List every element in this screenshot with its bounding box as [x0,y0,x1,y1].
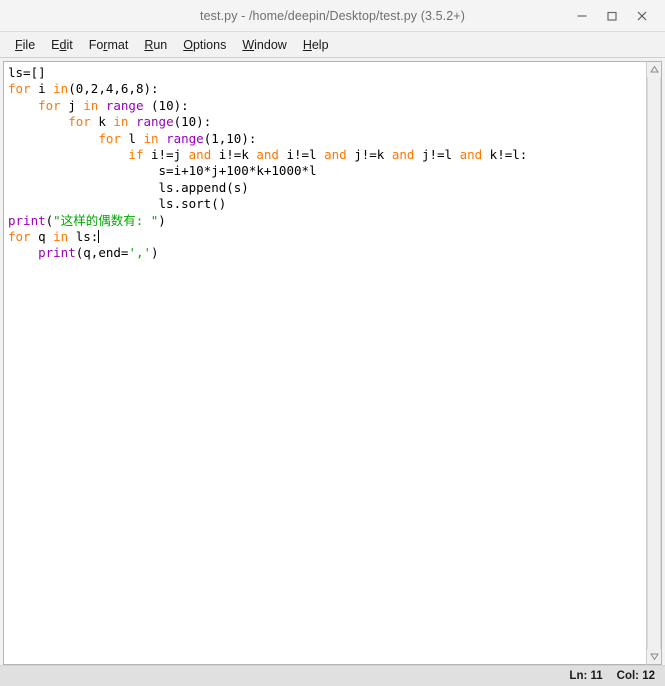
code-token: in [53,81,69,97]
menu-bar: File Edit Format Run Options Window Help [0,32,665,58]
code-token: (q,end= [75,245,129,261]
code-text: ls=[] for i in(0,2,4,6,8): for j in rang… [4,62,646,262]
code-token: for [8,81,31,97]
code-token: print [38,245,76,261]
code-token: s=i+10*j+100*k+1000*l [8,163,317,179]
mnemonic-letter: F [15,37,23,52]
status-column-number: Col: 12 [616,670,655,682]
code-token: range [166,130,204,146]
code-token: j!=l [414,147,460,163]
close-button[interactable] [627,2,657,30]
code-token: j!=k [346,147,392,163]
close-icon [637,11,647,20]
window-controls [567,0,665,31]
code-token: and [256,147,279,163]
title-bar: test.py - /home/deepin/Desktop/test.py (… [0,0,665,32]
menu-item-options[interactable]: Options [175,36,234,54]
code-token: in [53,229,69,245]
code-token: range [105,97,144,113]
scroll-up-icon [649,65,659,73]
code-token: and [459,147,483,163]
code-editor[interactable]: ls=[] for i in(0,2,4,6,8): for j in rang… [3,61,646,665]
code-token: i [30,81,54,97]
minimize-button[interactable] [567,2,597,30]
code-token: and [324,147,347,163]
code-token: (1,10): [203,130,257,146]
status-line-number: Ln: 11 [569,670,603,682]
code-token: l [120,130,144,146]
code-token: j [60,97,84,113]
code-token: in [83,97,99,113]
menu-item-run[interactable]: Run [136,36,175,54]
scrollbar-track[interactable] [647,77,661,649]
code-token: ) [151,245,159,261]
mnemonic-letter: O [183,37,193,52]
editor-area: ls=[] for i in(0,2,4,6,8): for j in rang… [0,58,665,665]
code-token: k!=l: [482,147,528,163]
code-token: ) [158,212,166,228]
maximize-button[interactable] [597,2,627,30]
code-token: ls=[] [8,65,46,80]
code-token: ls: [68,229,99,245]
code-token: and [188,147,212,163]
scroll-down-button[interactable] [647,649,661,664]
code-token: for [68,114,91,130]
code-token: q [30,229,54,245]
code-token: "这样的偶数有: " [53,212,159,228]
menu-item-file[interactable]: File [7,36,43,54]
code-token: if [128,147,144,163]
menu-item-help[interactable]: Help [295,36,337,54]
minimize-icon [577,14,587,17]
menu-item-format[interactable]: Format [81,36,137,54]
code-token: for [38,97,61,113]
code-token: range [135,114,174,130]
mnemonic-letter: R [144,37,154,52]
mnemonic-letter: r [103,37,108,52]
code-token: (10): [173,114,212,130]
idle-editor-window: test.py - /home/deepin/Desktop/test.py (… [0,0,665,686]
scroll-up-button[interactable] [647,62,661,77]
window-title: test.py - /home/deepin/Desktop/test.py (… [200,8,465,23]
code-token: and [391,147,415,163]
code-token: in [143,130,159,146]
code-token: in [113,114,129,130]
code-token: print [8,212,46,228]
code-token: for [8,229,31,245]
code-token: k [90,114,114,130]
code-token: (0,2,4,6,8): [68,81,159,97]
mnemonic-letter: d [59,37,67,52]
vertical-scrollbar[interactable] [646,61,662,665]
code-token: ',' [128,245,152,261]
status-bar: Ln: 11 Col: 12 [0,665,665,686]
code-token: for [98,130,121,146]
text-cursor [98,230,100,244]
mnemonic-letter: H [302,37,312,52]
code-token: i!=l [278,147,325,163]
code-token: i!=k [211,147,257,163]
code-token: i!=j [143,147,189,163]
code-token: ls.sort() [8,196,227,212]
menu-item-edit[interactable]: Edit [43,36,81,54]
scroll-down-icon [649,653,659,661]
mnemonic-letter: W [242,37,255,52]
code-token: (10): [143,97,189,113]
code-token: ls.append(s) [8,179,249,195]
maximize-icon [607,11,617,21]
menu-item-window[interactable]: Window [234,36,294,54]
